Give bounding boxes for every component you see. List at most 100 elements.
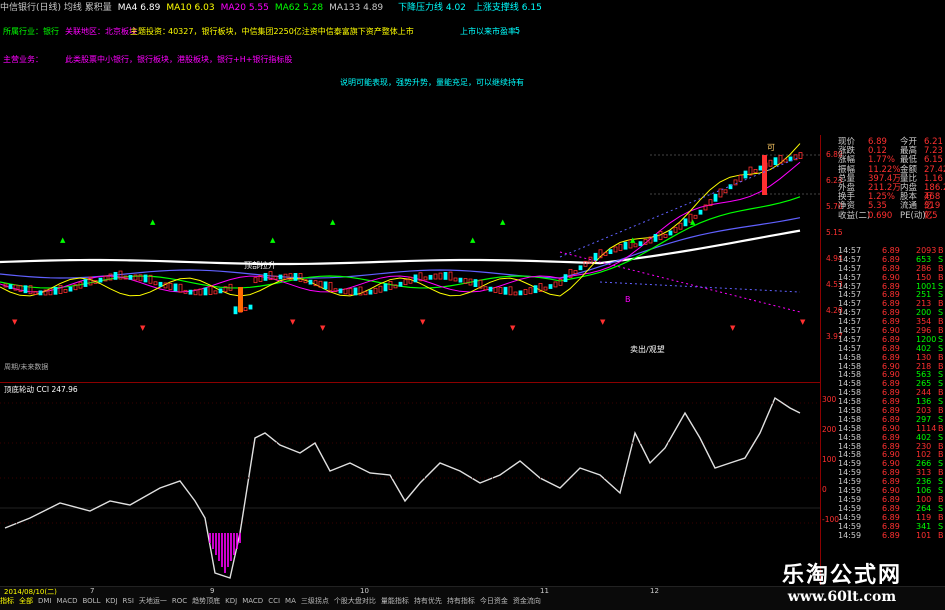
indicator-tab[interactable]: 趋势顶底 bbox=[192, 597, 220, 605]
candle bbox=[673, 226, 678, 233]
indicator-tab[interactable]: KDJ bbox=[225, 597, 237, 605]
cci-indicator-panel[interactable] bbox=[0, 382, 820, 583]
candle bbox=[248, 304, 253, 310]
indicator-tab[interactable]: DMI bbox=[38, 597, 52, 605]
candle bbox=[203, 287, 208, 296]
candle bbox=[348, 288, 353, 295]
indicator-tab[interactable]: 天地运一 bbox=[139, 597, 167, 605]
candle-big bbox=[762, 155, 767, 195]
date-label: 7 bbox=[90, 587, 95, 595]
tick-list[interactable]: 14:57 6.89 2093 B 14:57 6.89 653 S 14:57 6.89 286 B… bbox=[838, 246, 945, 547]
buy-signal-marker: ▲ bbox=[330, 218, 336, 226]
quote-label: 收益(二) bbox=[838, 210, 871, 221]
candle bbox=[508, 286, 513, 296]
candle bbox=[503, 286, 508, 295]
candle bbox=[8, 284, 13, 289]
candle bbox=[798, 152, 803, 159]
candle bbox=[413, 274, 418, 283]
panel-divider bbox=[820, 135, 821, 585]
candle bbox=[63, 289, 68, 293]
candle bbox=[263, 272, 268, 281]
price-chart-panel[interactable]: ▲ ▲ ▲ ▲ ▲ ▲ ▲ ▲ ▼ ▼ ▼ ▼ ▼ ▼ ▼ ▼ ▼ 可顶部拉升 卖出/观望 B bbox=[0, 12, 820, 382]
ma10-line bbox=[0, 143, 801, 297]
candle bbox=[758, 165, 763, 171]
candle bbox=[453, 277, 458, 282]
candle bbox=[368, 289, 373, 295]
indicator-tabs[interactable]: 指标 全部 DMI MACD BOLL KDJ RSI 天地运一 ROC 趋势顶底 KDJ MACD C… bbox=[0, 596, 546, 606]
quote-row: 收益(二) 0.690 PE(动) 7.5 bbox=[838, 210, 945, 221]
candle bbox=[488, 286, 493, 292]
candle bbox=[158, 281, 163, 287]
candle bbox=[578, 265, 583, 271]
candle bbox=[473, 279, 478, 288]
indicator-tab[interactable]: MACD bbox=[57, 597, 78, 605]
cci-line bbox=[4, 396, 801, 579]
sell-signal-marker: ▼ bbox=[800, 318, 806, 326]
indicator-tab[interactable]: RSI bbox=[123, 597, 134, 605]
candle bbox=[548, 284, 553, 289]
candle bbox=[608, 249, 613, 255]
date-label: 10 bbox=[360, 587, 369, 595]
indicator-tab[interactable]: MA bbox=[285, 597, 296, 605]
candle bbox=[253, 277, 258, 284]
candle bbox=[113, 271, 118, 280]
candle bbox=[518, 290, 523, 296]
indicator-tab[interactable]: 指标 bbox=[0, 597, 14, 605]
candle bbox=[438, 272, 443, 280]
candle bbox=[738, 174, 743, 182]
indicator-tab[interactable]: 三级拐点 bbox=[301, 597, 329, 605]
sell-signal-marker: ▼ bbox=[320, 324, 326, 332]
cci-axis-label: 100 bbox=[822, 455, 837, 464]
candle bbox=[23, 285, 28, 294]
candle bbox=[378, 285, 383, 293]
indicator-tab[interactable]: 个股大盘对比 bbox=[334, 597, 376, 605]
indicator-tab[interactable]: MACD bbox=[242, 597, 263, 605]
sell-signal-marker: ▼ bbox=[290, 318, 296, 326]
date-axis: 2014/08/10(二) 7 9 10 11 12 bbox=[0, 586, 830, 596]
indicator-tab[interactable]: 今日资金 bbox=[480, 597, 508, 605]
candle bbox=[698, 209, 703, 215]
candle bbox=[718, 188, 723, 198]
indicator-tab[interactable]: ROC bbox=[172, 597, 187, 605]
candle bbox=[38, 290, 43, 296]
indicator-tab[interactable]: 量能指标 bbox=[381, 597, 409, 605]
buy-signal-marker: ▲ bbox=[150, 218, 156, 226]
candle bbox=[83, 279, 88, 287]
candle bbox=[743, 170, 748, 179]
quote-value: 0.690 bbox=[868, 210, 893, 221]
watermark: 乐淘公式网 www.60lt.com bbox=[742, 557, 942, 609]
candle bbox=[553, 281, 558, 288]
indicator-tab[interactable]: 全部 bbox=[19, 597, 33, 605]
indicator-tab[interactable]: 持有指标 bbox=[447, 597, 475, 605]
candle bbox=[638, 241, 643, 247]
indicator-tab[interactable]: BOLL bbox=[82, 597, 100, 605]
annotation-bottom: 卖出/观望 bbox=[630, 344, 665, 354]
candle bbox=[663, 234, 668, 238]
candle bbox=[233, 306, 238, 315]
candle bbox=[338, 288, 343, 294]
sell-signal-marker: ▼ bbox=[12, 318, 18, 326]
indicator-tab[interactable]: CCI bbox=[268, 597, 280, 605]
candle bbox=[483, 286, 488, 291]
tick-time: 14:59 bbox=[838, 530, 862, 540]
sell-signal-marker: ▼ bbox=[600, 318, 606, 326]
indicator-tab[interactable]: 资金流向 bbox=[513, 597, 541, 605]
date-label: 9 bbox=[210, 587, 215, 595]
candle bbox=[668, 230, 673, 236]
candle bbox=[773, 157, 778, 166]
candle bbox=[143, 274, 148, 283]
candle bbox=[373, 287, 378, 294]
buy-signal-marker: ▲ bbox=[630, 236, 636, 244]
candle bbox=[618, 244, 623, 251]
annotation-top: 可 bbox=[767, 143, 775, 152]
quote-value: 7.5 bbox=[924, 210, 938, 221]
candle bbox=[423, 276, 428, 281]
candle bbox=[383, 283, 388, 292]
cci-axis-label: 0 bbox=[822, 485, 827, 494]
cci-axis-label: 300 bbox=[822, 395, 837, 404]
indicator-tab[interactable]: KDJ bbox=[105, 597, 117, 605]
candle bbox=[678, 222, 683, 230]
tick-row: 14:59 6.89 101 B bbox=[838, 530, 945, 541]
indicator-tab[interactable]: 持有优先 bbox=[414, 597, 442, 605]
candle bbox=[613, 246, 618, 253]
